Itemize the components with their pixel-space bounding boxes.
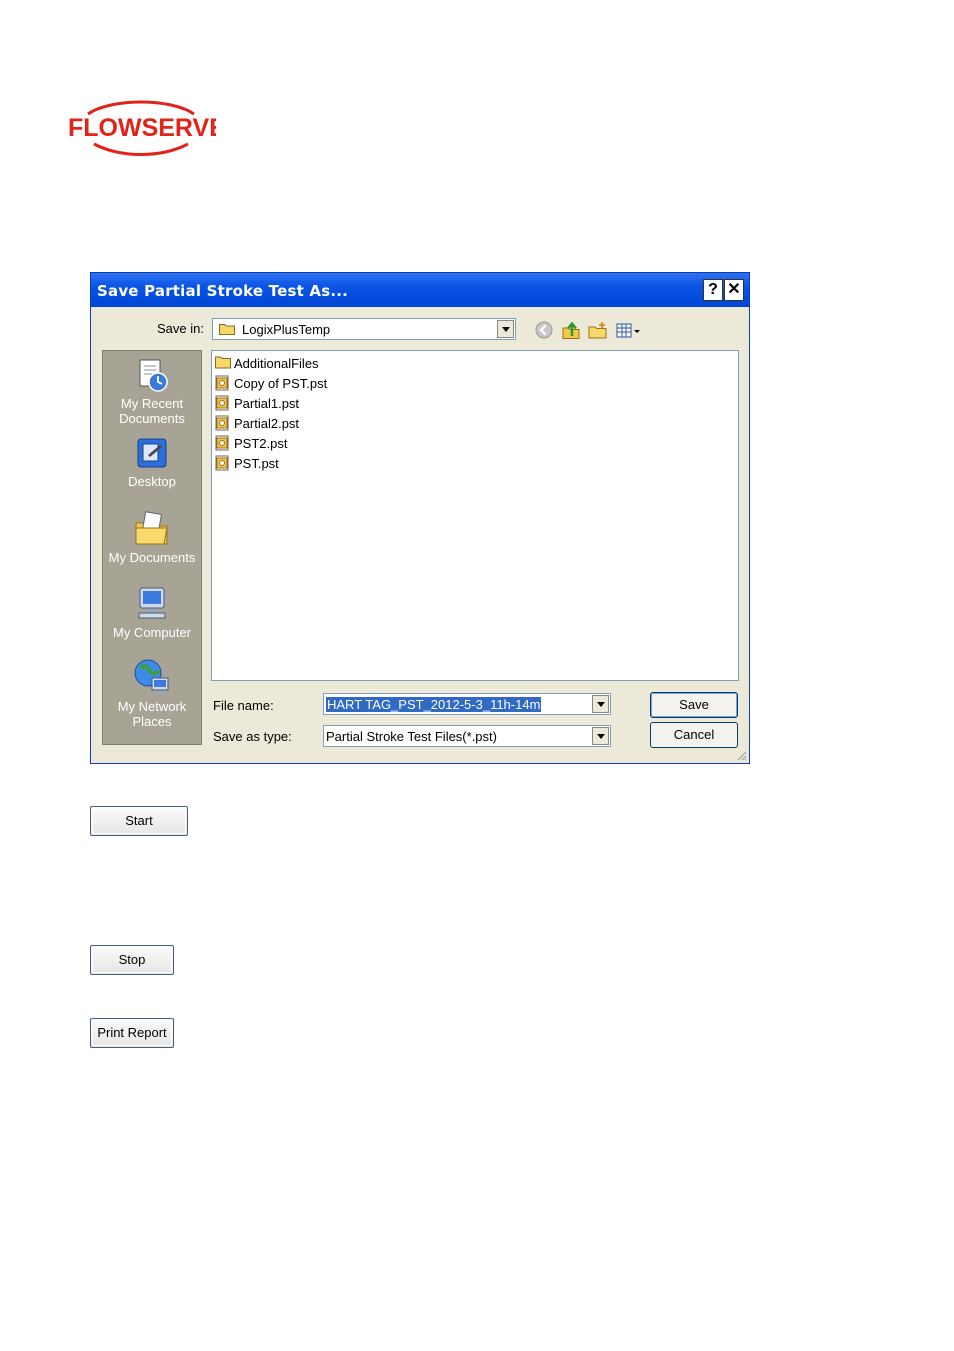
new-folder-icon[interactable] (588, 320, 608, 340)
file-name: AdditionalFiles (234, 356, 319, 371)
place-label: Documents (119, 411, 185, 426)
desktop-icon (137, 438, 167, 468)
pst-file-icon (215, 395, 229, 411)
resize-grip-icon[interactable] (735, 749, 747, 761)
save-as-type-value: Partial Stroke Test Files(*.pst) (326, 729, 497, 744)
stop-button[interactable]: Stop (90, 945, 174, 975)
pst-file-icon (215, 455, 229, 471)
svg-text:FLOWSERVE: FLOWSERVE (68, 114, 216, 142)
network-places-icon (134, 659, 169, 694)
place-my-documents[interactable]: My Documents (103, 509, 201, 565)
chevron-down-icon[interactable] (592, 727, 609, 745)
back-icon[interactable] (534, 320, 554, 340)
save-in-label: Save in: (157, 321, 204, 336)
file-name: Partial2.pst (234, 416, 300, 431)
place-label: Places (132, 714, 172, 729)
save-as-type-label: Save as type: (213, 729, 292, 744)
save-dialog: Save Partial Stroke Test As... ? ✕ Save … (90, 272, 750, 764)
place-my-network-places[interactable]: My Network Places (103, 656, 201, 729)
pst-file-icon (215, 375, 229, 391)
place-label: My Recent (120, 396, 184, 411)
save-in-dropdown[interactable]: LogixPlusTemp (212, 318, 516, 340)
file-name-label: File name: (213, 698, 274, 713)
folder-icon (219, 324, 235, 335)
file-name: PST.pst (234, 456, 279, 471)
file-name-field[interactable]: HART TAG_PST_2012-5-3_11h-14m (323, 693, 611, 715)
my-documents-icon (135, 511, 168, 545)
place-label: My Computer (112, 625, 192, 640)
help-button[interactable]: ? (703, 279, 723, 301)
flowserve-logo: FLOWSERVE (66, 100, 216, 156)
place-label: My Network (117, 699, 187, 714)
save-as-type-select[interactable]: Partial Stroke Test Files(*.pst) (323, 725, 611, 747)
pst-file-icon (215, 435, 229, 451)
start-button[interactable]: Start (90, 806, 188, 836)
file-name-value: HART TAG_PST_2012-5-3_11h-14m (326, 697, 542, 712)
places-bar: My Recent Documents Desktop My Documents (102, 350, 202, 745)
print-report-button[interactable]: Print Report (90, 1018, 174, 1048)
file-name: Partial1.pst (234, 396, 300, 411)
chevron-down-icon[interactable] (592, 695, 609, 713)
dialog-title: Save Partial Stroke Test As... (97, 282, 349, 300)
chevron-down-icon[interactable] (497, 320, 514, 338)
folder-icon (215, 356, 231, 369)
place-label: My Documents (108, 550, 196, 565)
up-folder-icon[interactable] (561, 320, 581, 340)
dialog-titlebar[interactable]: Save Partial Stroke Test As... ? ✕ (91, 273, 749, 307)
pst-file-icon (215, 415, 229, 431)
view-menu-icon[interactable] (615, 320, 641, 340)
my-computer-icon (138, 587, 166, 619)
save-in-value: LogixPlusTemp (242, 322, 331, 337)
file-name: Copy of PST.pst (234, 376, 328, 391)
file-name: PST2.pst (234, 436, 288, 451)
place-label: Desktop (128, 474, 176, 489)
recent-documents-icon (139, 359, 168, 392)
cancel-button[interactable]: Cancel (650, 722, 738, 748)
place-my-computer[interactable]: My Computer (103, 584, 201, 640)
save-button[interactable]: Save (650, 692, 738, 718)
close-button[interactable]: ✕ (724, 279, 744, 301)
place-desktop[interactable]: Desktop (103, 437, 201, 489)
file-list[interactable]: AdditionalFiles Copy of PST.pst Partial1… (211, 350, 739, 681)
place-my-recent-documents[interactable]: My Recent Documents (103, 357, 201, 426)
